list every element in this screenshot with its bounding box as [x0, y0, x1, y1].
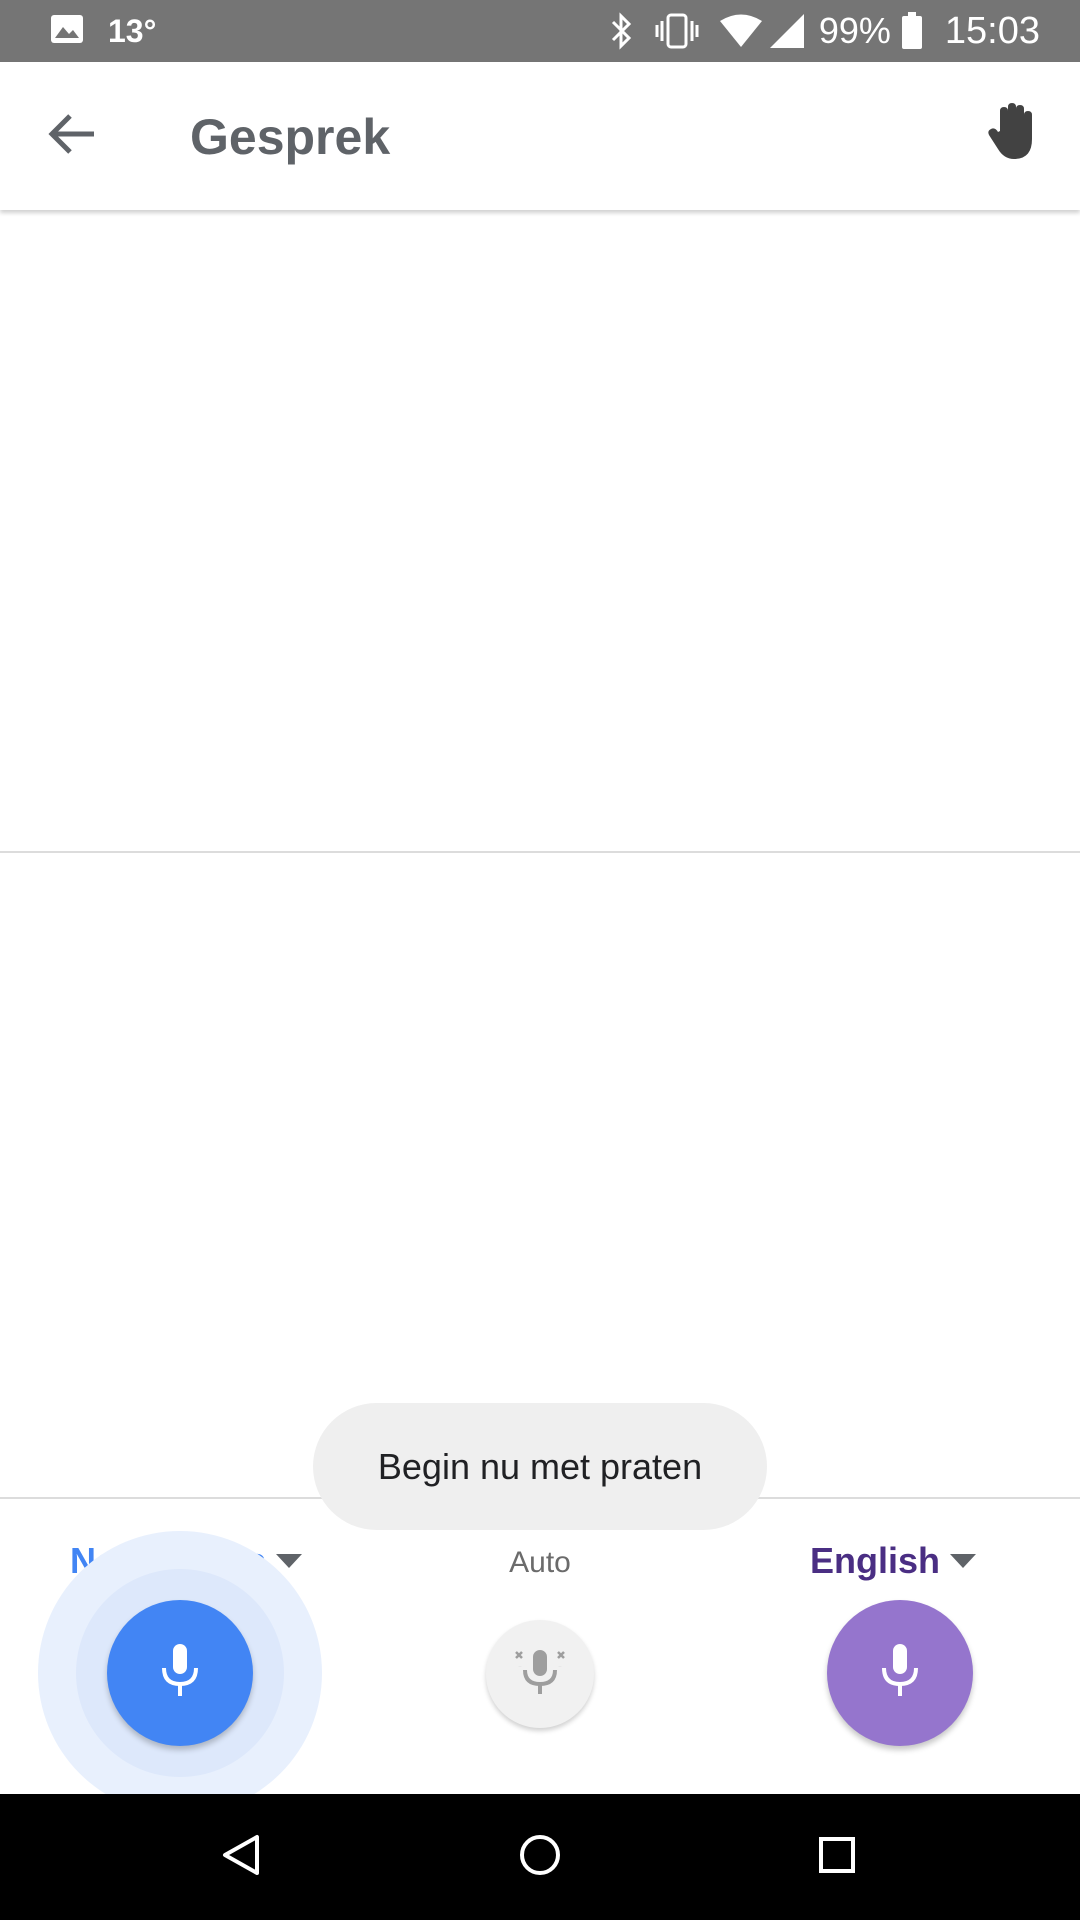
language-right-label: English	[809, 1540, 940, 1581]
nav-home-button[interactable]	[505, 1822, 575, 1892]
arrow-back-icon	[48, 112, 96, 161]
recents-square-icon	[817, 1835, 857, 1880]
conversation-screen: 13° 99% 15:03 Gesprek Begin nu met prate…	[0, 0, 1080, 1920]
nav-back-button[interactable]	[206, 1822, 276, 1892]
status-bar: 13° 99% 15:03	[0, 0, 1080, 62]
mic-button-nederlands[interactable]	[107, 1600, 253, 1746]
page-title: Gesprek	[190, 109, 391, 165]
system-navigation-bar	[0, 1794, 1080, 1920]
clock-text: 15:03	[944, 9, 1040, 52]
microphone-icon	[880, 1642, 920, 1705]
bluetooth-icon	[609, 12, 635, 50]
app-bar: Gesprek	[0, 62, 1080, 210]
toast-text: Begin nu met praten	[377, 1445, 703, 1487]
temperature-text: 13°	[108, 12, 157, 49]
auto-microphone-icon	[510, 1642, 570, 1707]
back-triangle-icon	[221, 1833, 261, 1882]
language-selector-right[interactable]: English	[810, 1540, 976, 1582]
microphone-icon	[160, 1642, 200, 1705]
mic-button-english[interactable]	[827, 1600, 973, 1746]
home-circle-icon	[518, 1833, 562, 1882]
nav-recents-button[interactable]	[802, 1822, 872, 1892]
back-button[interactable]	[34, 98, 110, 174]
translation-pane-bottom	[0, 853, 1080, 1497]
signal-icon	[769, 13, 805, 49]
dropdown-arrow-icon	[950, 1554, 976, 1568]
vibrate-icon	[655, 12, 699, 50]
hand-button[interactable]	[974, 94, 1054, 174]
image-icon	[50, 14, 84, 49]
start-speaking-toast: Begin nu met praten	[313, 1403, 767, 1530]
wifi-icon	[719, 14, 763, 48]
hand-icon	[986, 101, 1042, 168]
mic-button-auto[interactable]	[486, 1620, 594, 1728]
battery-icon	[901, 12, 923, 50]
translation-pane-top	[0, 212, 1080, 852]
battery-percent-text: 99%	[818, 10, 891, 51]
